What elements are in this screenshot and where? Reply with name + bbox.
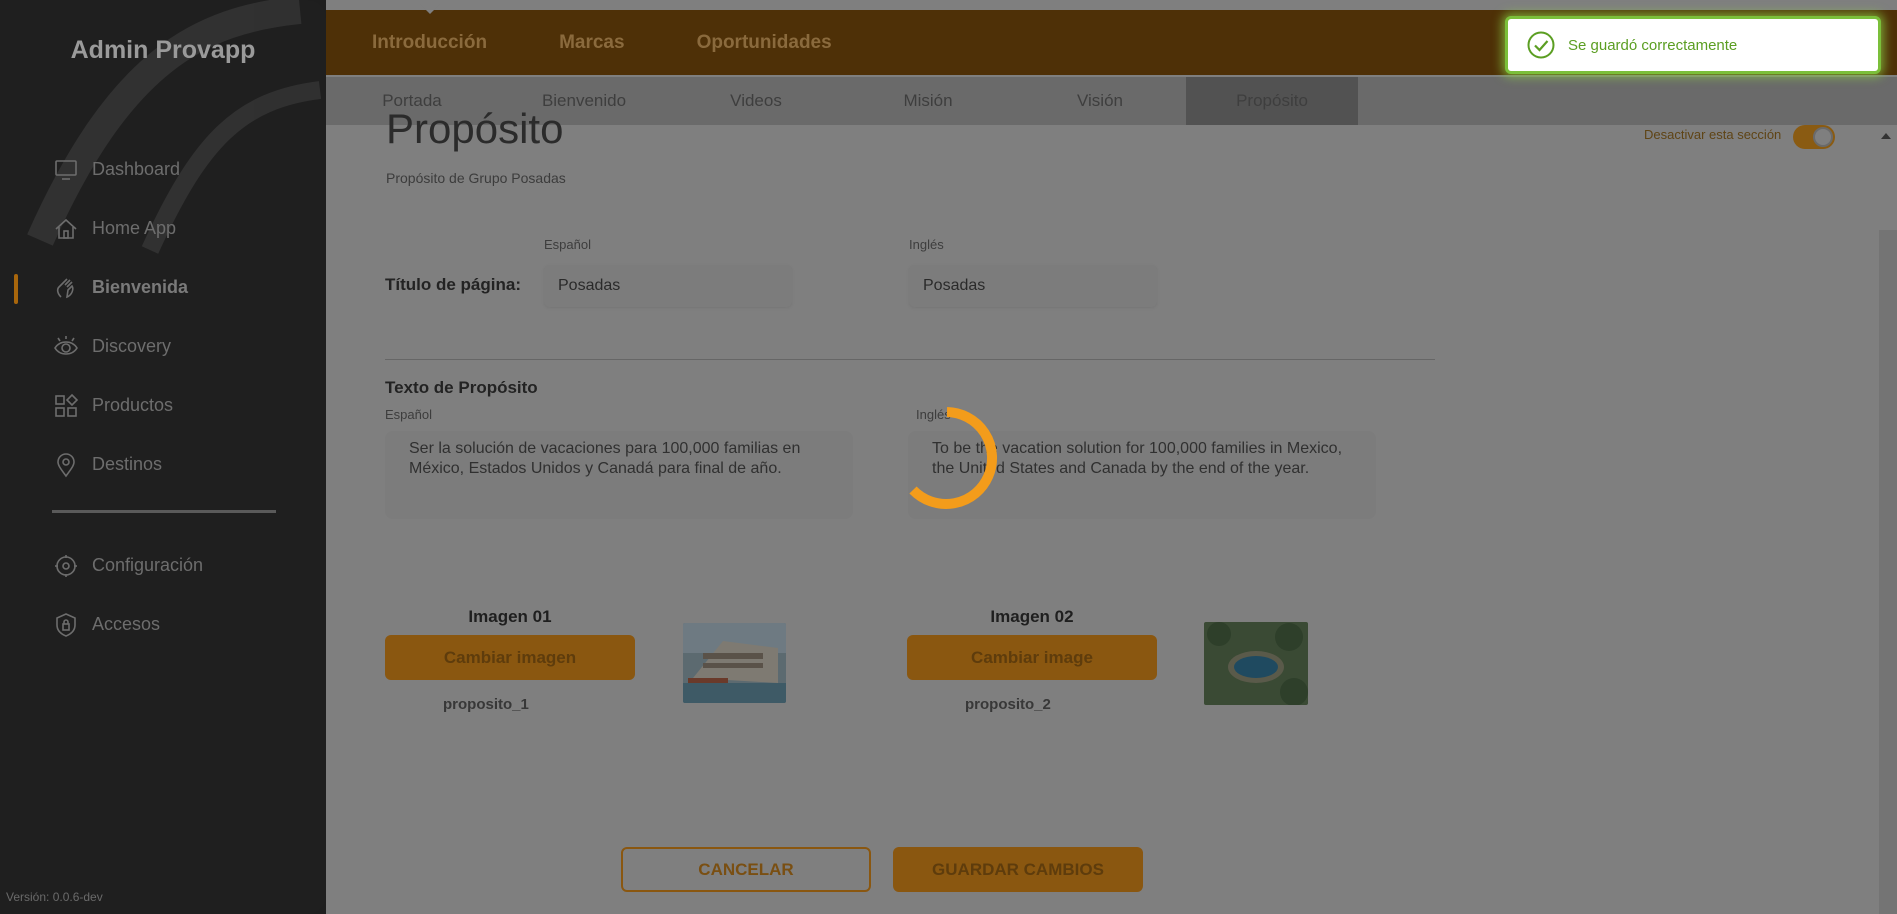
text-lang-label-es: Español [385, 407, 432, 422]
sidebar-item-discovery[interactable]: Discovery [0, 317, 326, 376]
gear-icon [52, 552, 80, 580]
section-toggle[interactable] [1793, 125, 1835, 149]
image-01-name: proposito_1 [443, 696, 529, 713]
sidebar-item-accesos[interactable]: Accesos [0, 595, 326, 654]
check-circle-icon [1527, 31, 1555, 59]
sidebar-item-label: Home App [92, 218, 177, 238]
sidebar-item-dashboard[interactable]: Dashboard [0, 140, 326, 199]
image-02-name: proposito_2 [965, 696, 1051, 713]
toast-message: Se guardó correctamente [1568, 36, 1738, 54]
home-icon [52, 215, 80, 243]
success-toast: Se guardó correctamente [1505, 16, 1881, 74]
text-field-label: Texto de Propósito [385, 378, 538, 397]
lang-label-en: Inglés [909, 237, 944, 252]
sidebar: Admin Provapp Dashboard Home App Bienven… [0, 0, 326, 914]
title-es-input[interactable]: Posadas [544, 265, 792, 307]
hotel-pool-image [683, 623, 786, 703]
toggle-label: Desactivar esta sección [1644, 127, 1782, 142]
subtab-vision[interactable]: Visión [1014, 77, 1186, 125]
sidebar-item-label: Destinos [92, 454, 163, 474]
sidebar-item-label: Bienvenida [92, 277, 189, 297]
monitor-icon [52, 156, 80, 184]
subtab-videos[interactable]: Videos [670, 77, 842, 125]
wave-hand-icon [52, 274, 80, 302]
tab-marcas[interactable]: Marcas [559, 32, 625, 54]
eye-icon [52, 333, 80, 361]
section-divider [385, 359, 1435, 360]
sidebar-secondary-nav: Configuración Accesos [0, 536, 326, 654]
image-01-thumbnail [683, 623, 786, 703]
page-content: Propósito Propósito de Grupo Posadas Des… [326, 105, 1897, 914]
lang-label-es: Español [544, 237, 591, 252]
image-01-title: Imagen 01 [468, 607, 552, 626]
scrollbar-thumb[interactable] [1879, 230, 1897, 914]
aerial-pool-image [1204, 622, 1308, 705]
location-pin-icon [52, 451, 80, 479]
title-en-input[interactable]: Posadas [909, 265, 1157, 307]
sidebar-item-label: Configuración [92, 555, 204, 575]
title-field-label: Título de página: [385, 275, 521, 294]
sidebar-item-bienvenida[interactable]: Bienvenida [0, 258, 326, 317]
page-subtitle: Propósito de Grupo Posadas [386, 170, 566, 186]
tab-oportunidades[interactable]: Oportunidades [697, 32, 832, 54]
tab-introduccion[interactable]: Introducción [372, 32, 487, 54]
page-title: Propósito [386, 105, 564, 152]
subtab-mision[interactable]: Misión [842, 77, 1014, 125]
sidebar-item-label: Discovery [92, 336, 172, 356]
main-area: Introducción Marcas Oportunidades Portad… [326, 0, 1897, 914]
sidebar-item-configuracion[interactable]: Configuración [0, 536, 326, 595]
subtab-proposito[interactable]: Propósito [1186, 77, 1358, 125]
change-image-02-button[interactable]: Cambiar image [907, 635, 1157, 680]
loading-spinner-icon [909, 407, 997, 509]
grid-shapes-icon [52, 392, 80, 420]
change-image-01-button[interactable]: Cambiar imagen [385, 635, 635, 680]
sidebar-item-productos[interactable]: Productos [0, 376, 326, 435]
app-version: Versión: 0.0.6-dev [6, 890, 103, 904]
sidebar-item-destinos[interactable]: Destinos [0, 435, 326, 494]
image-02-thumbnail [1204, 622, 1308, 705]
toggle-knob [1813, 127, 1833, 147]
shield-lock-icon [52, 611, 80, 639]
scroll-up-arrow-icon[interactable] [1881, 133, 1891, 139]
save-changes-button[interactable]: GUARDAR CAMBIOS [893, 847, 1143, 892]
cancel-button[interactable]: CANCELAR [621, 847, 871, 892]
sidebar-item-label: Productos [92, 395, 174, 415]
sidebar-item-label: Accesos [92, 614, 161, 634]
text-es-textarea[interactable]: Ser la solución de vacaciones para 100,0… [385, 431, 853, 519]
brand-title: Admin Provapp [70, 36, 256, 64]
image-02-title: Imagen 02 [990, 607, 1074, 626]
sidebar-item-label: Dashboard [92, 159, 181, 179]
sidebar-item-home-app[interactable]: Home App [0, 199, 326, 258]
top-tabs: Introducción Marcas Oportunidades [372, 10, 904, 75]
sidebar-divider [52, 510, 276, 513]
sidebar-nav: Dashboard Home App Bienvenida Discovery … [0, 140, 326, 494]
